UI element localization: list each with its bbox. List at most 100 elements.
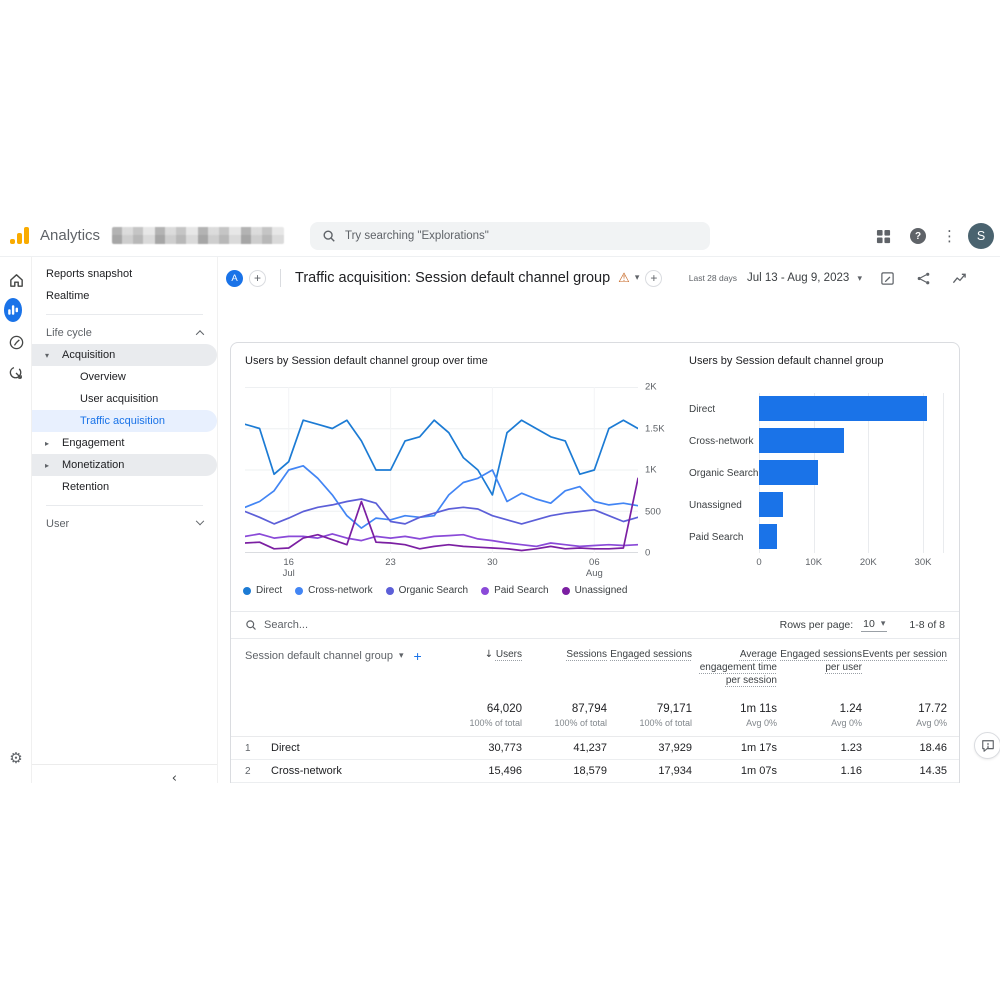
brand-name: Analytics <box>40 227 101 244</box>
pagination-range: 1-8 of 8 <box>909 619 945 631</box>
admin-gear-icon[interactable]: ⚙ <box>7 749 25 767</box>
table-row-direct[interactable]: 1 Direct 30,773 41,237 37,929 1m 17s 1.23 18.46 <box>231 737 959 760</box>
totals-cell: 1m 11s Avg 0% <box>740 703 777 728</box>
sidebar-item-user[interactable]: User <box>32 513 217 535</box>
sidebar-item-traffic-acquisition[interactable]: Traffic acquisition <box>32 410 217 432</box>
add-tab-button[interactable]: + <box>249 269 266 287</box>
sidebar-item-engagement[interactable]: ▸ Engagement <box>32 432 217 454</box>
add-dimension-button[interactable]: + <box>414 648 422 664</box>
sidebar-item-user-acquisition[interactable]: User acquisition <box>32 388 217 410</box>
feedback-button[interactable] <box>974 732 1000 759</box>
help-icon[interactable]: ? <box>910 228 926 244</box>
left-icon-rail: ⚙ <box>0 257 32 783</box>
nav-divider <box>46 505 203 506</box>
bar-category-label: Paid Search <box>689 531 744 543</box>
x-tick-label: 30 <box>487 557 498 568</box>
add-report-button[interactable]: + <box>645 269 663 287</box>
apps-grid-icon[interactable] <box>872 225 894 247</box>
bar-direct[interactable] <box>759 396 927 421</box>
sidebar-item-life-cycle[interactable]: Life cycle <box>32 322 217 344</box>
more-options-icon[interactable]: ⋮ <box>942 227 957 245</box>
metric-header-engaged-sessions[interactable]: Engaged sessions <box>607 648 692 661</box>
advertising-icon[interactable] <box>7 364 25 382</box>
legend-dot-icon <box>481 586 490 595</box>
chevron-down-icon[interactable] <box>195 516 205 526</box>
metric-header-average-engagement-time-per-session[interactable]: Average engagement time per session <box>692 648 777 687</box>
bar-x-tick-label: 30K <box>914 557 932 568</box>
legend-dot-icon <box>385 586 394 595</box>
avatar[interactable]: S <box>968 223 994 249</box>
bar-cross-network[interactable] <box>759 428 844 453</box>
sidebar-item-label: User acquisition <box>80 393 159 405</box>
property-name-blurred[interactable] <box>112 227 284 244</box>
sidebar-item-label: Life cycle <box>46 327 92 339</box>
y-tick-label: 0 <box>645 547 651 559</box>
totals-cell: 87,794 100% of total <box>554 703 607 728</box>
metric-header-users[interactable]: ↓ Users <box>437 648 522 661</box>
table-totals-row: 64,020 100% of total 87,794 100% of total 79… <box>231 695 959 737</box>
x-tick-label: 23 <box>385 557 396 568</box>
share-icon[interactable] <box>912 267 934 289</box>
bar-paid-search[interactable] <box>759 524 777 549</box>
sidebar-item-reports-snapshot[interactable]: Reports snapshot <box>32 263 217 285</box>
line-chart-svg[interactable] <box>245 387 638 553</box>
reports-icon[interactable] <box>4 298 22 322</box>
legend-item[interactable]: Cross-network <box>295 585 373 596</box>
bar-chart-title: Users by Session default channel group <box>689 355 884 367</box>
insights-icon[interactable] <box>948 267 970 289</box>
table-body: 1 Direct 30,773 41,237 37,929 1m 17s 1.23 18.46… <box>231 737 959 783</box>
totals-cell: 79,171 100% of total <box>639 703 692 728</box>
bar-category-label: Unassigned <box>689 499 742 511</box>
metric-header-events-per-session[interactable]: Events per session <box>862 648 948 661</box>
bar-unassigned[interactable] <box>759 492 783 517</box>
line-chart-xticks: 16 Jul 23 30 06 Aug <box>245 557 638 581</box>
table-search-input[interactable]: Search... <box>245 619 308 631</box>
page-title: Traffic acquisition: Session default cha… <box>295 270 611 286</box>
table-row-cross-network[interactable]: 2 Cross-network 15,496 18,579 17,934 1m 07s 1.… <box>231 760 959 783</box>
collapse-sidebar-icon[interactable]: ‹ <box>172 771 177 783</box>
sidebar-item-label: Monetization <box>62 459 125 471</box>
analytics-app-window: Analytics Try searching "Explorations" ?… <box>0 215 1000 783</box>
sidebar-item-overview[interactable]: Overview <box>32 366 217 388</box>
legend-item[interactable]: Direct <box>243 585 282 596</box>
title-caret-icon[interactable]: ▾ <box>635 273 640 283</box>
sidebar-item-retention[interactable]: Retention <box>32 476 217 498</box>
metric-header-engaged-sessions-per-user[interactable]: Engaged sessions per user <box>777 648 862 674</box>
sidebar-item-acquisition[interactable]: ▾ Acquisition <box>32 344 217 366</box>
legend-item[interactable]: Organic Search <box>385 585 468 596</box>
sidebar-footer: ‹ <box>32 764 217 783</box>
bar-gridline <box>943 393 944 553</box>
sidebar-item-label: Retention <box>62 481 110 493</box>
sidebar-item-label: Realtime <box>46 290 90 302</box>
report-header-actions: Last 28 days Jul 13 - Aug 9, 2023 ▾ <box>689 267 970 289</box>
explore-icon[interactable] <box>7 333 25 351</box>
google-analytics-logo[interactable] <box>10 226 32 246</box>
bar-chart-xticks: 0 10K 20K 30K <box>756 557 944 571</box>
global-search-input[interactable]: Try searching "Explorations" <box>310 222 710 250</box>
dimension-header[interactable]: Session default channel group ▾ + <box>245 648 437 664</box>
bar-organic-search[interactable] <box>759 460 818 485</box>
sidebar-item-label: Overview <box>80 371 126 383</box>
sidebar-item-monetization[interactable]: ▸ Monetization <box>32 454 217 476</box>
search-icon <box>323 230 335 242</box>
feedback-bubble-icon <box>981 739 994 752</box>
pagination-controls: Rows per page: 10 ▾ 1-8 of 8 <box>780 618 945 632</box>
rows-per-page-select[interactable]: 10 ▾ <box>861 618 888 632</box>
legend-dot-icon <box>243 586 251 595</box>
bar-chart-plot[interactable] <box>759 393 944 553</box>
chevron-up-icon[interactable] <box>195 330 205 339</box>
legend-item[interactable]: Paid Search <box>481 585 549 596</box>
home-icon[interactable] <box>7 271 25 289</box>
sidebar-item-label: User <box>46 518 70 530</box>
report-tab-a[interactable]: A <box>226 269 243 287</box>
metric-header-sessions[interactable]: Sessions <box>522 648 607 661</box>
sidebar-item-label: Traffic acquisition <box>80 415 165 427</box>
expanded-caret-icon: ▾ <box>45 350 50 360</box>
select-caret-icon: ▾ <box>880 619 886 629</box>
customize-report-icon[interactable] <box>876 267 898 289</box>
sidebar-item-realtime[interactable]: Realtime <box>32 285 217 307</box>
date-range-picker[interactable]: Jul 13 - Aug 9, 2023 ▾ <box>747 272 862 284</box>
date-caret-icon: ▾ <box>857 274 862 284</box>
legend-item[interactable]: Unassigned <box>561 585 627 596</box>
warning-icon[interactable]: ⚠ <box>618 271 630 286</box>
